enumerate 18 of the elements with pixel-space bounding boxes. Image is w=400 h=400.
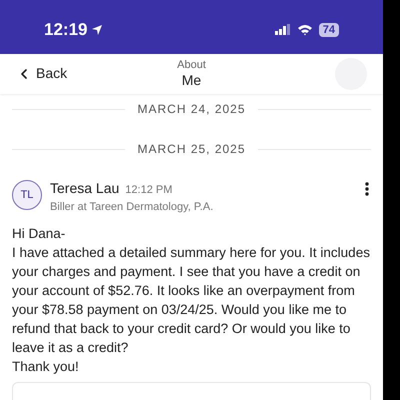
message-text: I have attached a detailed summary here for you. It includes your charges and payment. I see that you have a credit on your account of $52.76. It looks like an overpayment from your $78.58 payment on 03/24/25. Would you like me to refund that back to your credit card? Or would you like to leave it as a credit? xyxy=(12,244,371,357)
location-arrow-icon xyxy=(91,24,104,36)
avatar: TL xyxy=(12,180,42,210)
header-subtitle: About xyxy=(177,58,206,72)
message-text: Hi Dana- xyxy=(12,224,66,243)
date-divider-label: MARCH 24, 2025 xyxy=(137,101,246,118)
clock-time: 12:19 xyxy=(44,17,104,43)
sender-role: Biller at Tareen Dermatology, P.A. xyxy=(50,200,214,216)
message-text: Thank you! xyxy=(12,358,80,376)
message-time: 12:12 PM xyxy=(125,183,172,198)
more-options-icon[interactable] xyxy=(365,182,369,196)
battery-indicator: 74 xyxy=(318,22,339,37)
signal-icon xyxy=(274,24,291,36)
back-button[interactable]: Back xyxy=(16,63,86,84)
wifi-icon xyxy=(296,24,313,36)
date-divider-label: MARCH 25, 2025 xyxy=(137,141,246,158)
header-title: Me xyxy=(182,72,202,90)
sender-name: Teresa Lau xyxy=(50,179,120,198)
